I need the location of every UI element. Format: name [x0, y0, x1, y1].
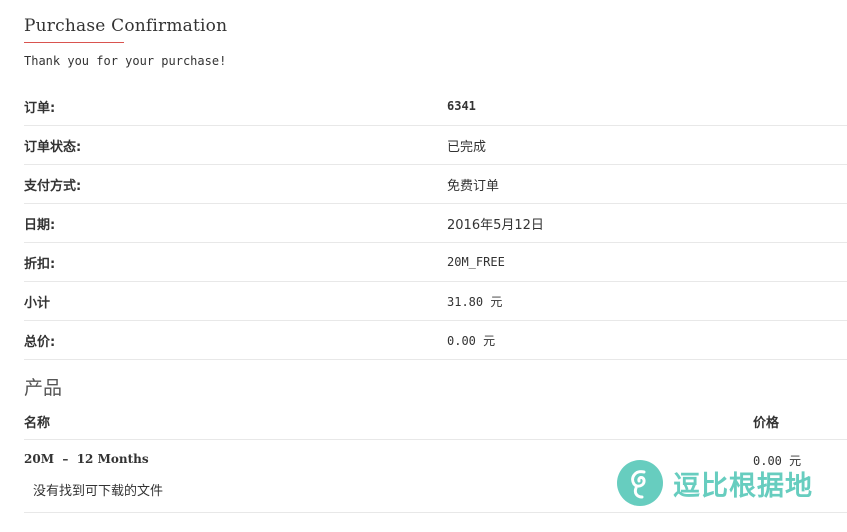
summary-row-subtotal: 小计 31.80 元	[24, 282, 847, 321]
title-underline	[24, 42, 124, 43]
summary-row-order: 订单: 6341	[24, 87, 847, 126]
order-number: 6341	[447, 99, 476, 113]
subtotal-value: 31.80 元	[447, 294, 503, 309]
payment-label: 支付方式:	[24, 178, 82, 194]
discount-label: 折扣:	[24, 256, 56, 272]
purchase-confirmation: Purchase Confirmation Thank you for your…	[24, 0, 847, 513]
watermark: 逗比根据地	[617, 460, 813, 506]
payment-method: 免费订单	[447, 178, 500, 194]
summary-row-discount: 折扣: 20M_FREE	[24, 243, 847, 282]
summary-row-date: 日期: 2016年5月12日	[24, 204, 847, 243]
order-summary: 订单: 6341 订单状态: 已完成 支付方式: 免费订单 日期: 2016年5…	[24, 87, 847, 360]
no-downloads-message: 没有找到可下载的文件	[33, 484, 164, 499]
total-label: 总价:	[24, 334, 56, 350]
date-label: 日期:	[24, 217, 56, 233]
products-table-header: 名称 价格	[24, 403, 847, 440]
thank-you-message: Thank you for your purchase!	[24, 54, 227, 68]
discount-code: 20M_FREE	[447, 255, 505, 269]
watermark-text: 逗比根据地	[673, 470, 813, 502]
page-title: Purchase Confirmation	[24, 16, 228, 36]
summary-row-payment: 支付方式: 免费订单	[24, 165, 847, 204]
swirl-logo-icon	[617, 460, 663, 506]
status-label: 订单状态:	[24, 139, 82, 155]
summary-row-status: 订单状态: 已完成	[24, 126, 847, 165]
order-label: 订单:	[24, 100, 56, 116]
products-heading: 产品	[24, 377, 63, 399]
column-header-price: 价格	[753, 415, 780, 431]
total-value: 0.00 元	[447, 333, 496, 348]
subtotal-label: 小计	[24, 295, 51, 311]
order-date: 2016年5月12日	[447, 217, 544, 233]
product-name: 20M – 12 Months	[24, 452, 149, 466]
order-status: 已完成	[447, 139, 487, 155]
column-header-name: 名称	[24, 415, 51, 431]
summary-row-total: 总价: 0.00 元	[24, 321, 847, 360]
